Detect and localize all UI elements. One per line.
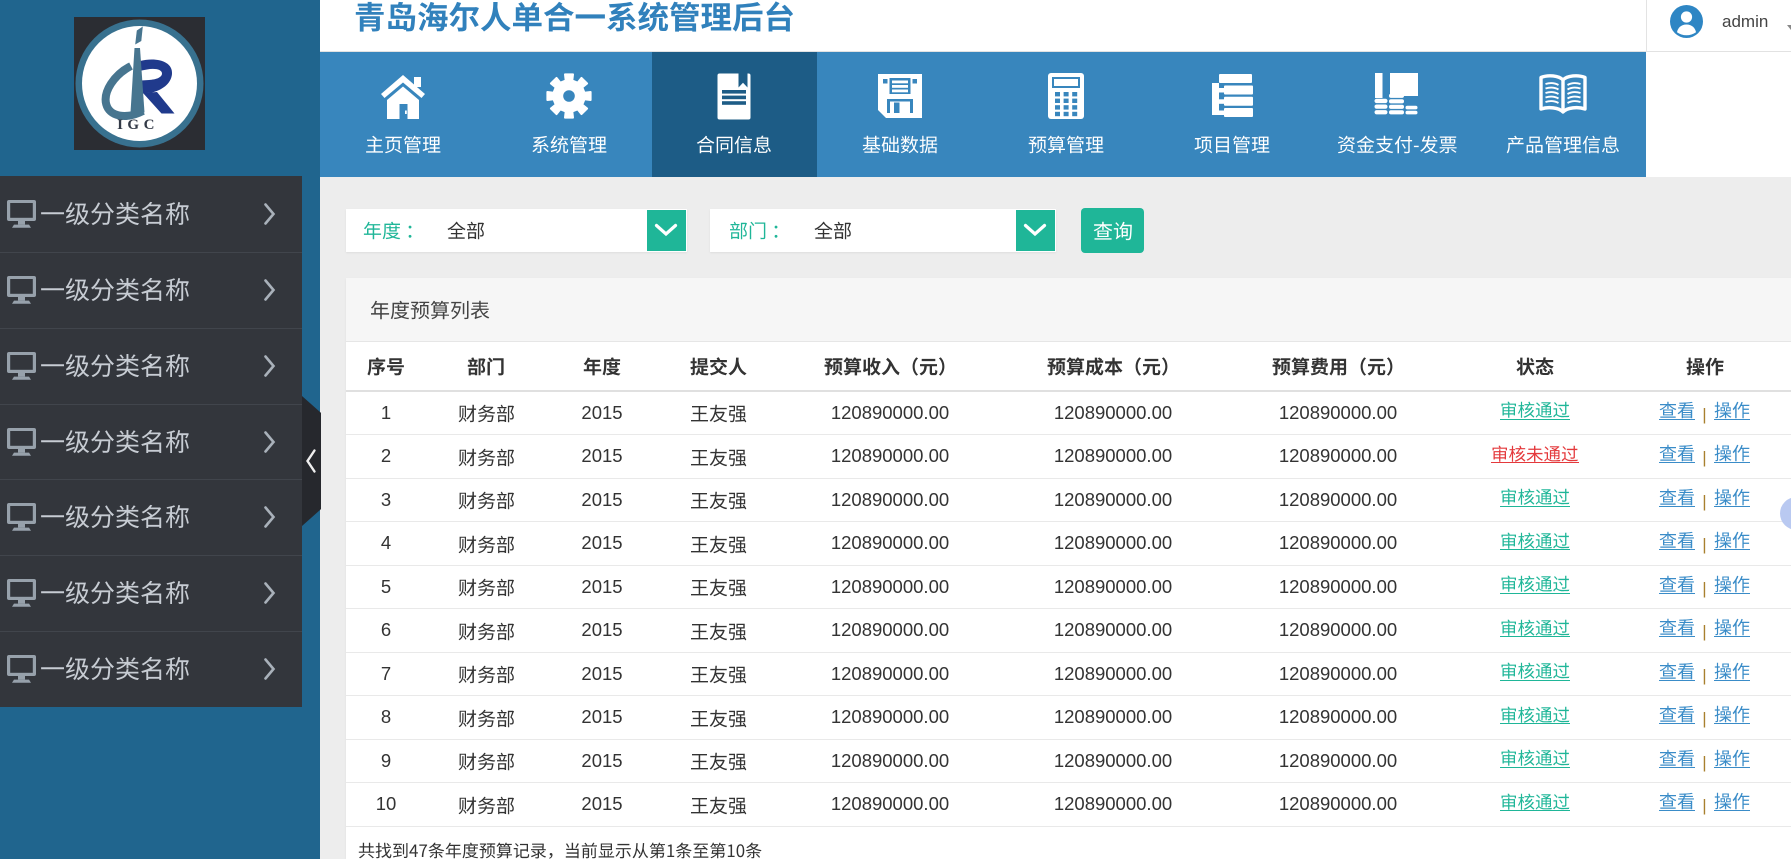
svg-text:IGC: IGC	[117, 117, 159, 133]
